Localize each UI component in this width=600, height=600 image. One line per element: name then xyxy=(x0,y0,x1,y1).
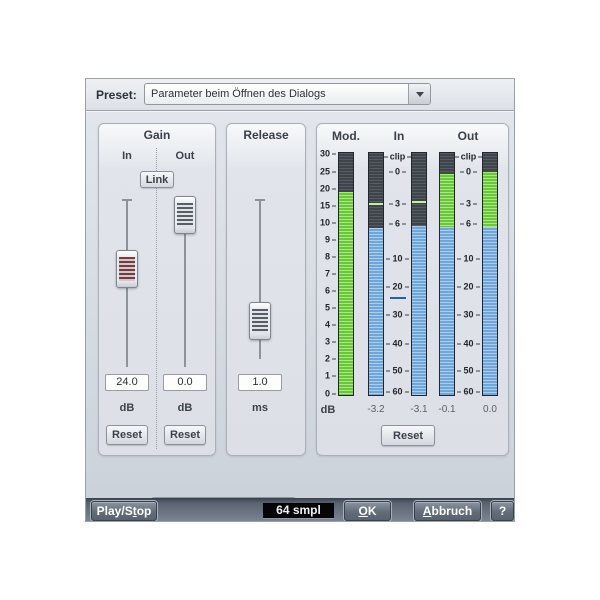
preset-label: Preset: xyxy=(96,88,137,102)
meter-col-in-label: In xyxy=(374,129,424,143)
meter-col-mod-label: Mod. xyxy=(321,129,371,143)
release-panel: Release 1.0 ms xyxy=(226,123,306,456)
gain-out-unit: dB xyxy=(165,402,205,414)
in-left-readout: -3.2 xyxy=(361,404,391,415)
chevron-down-icon xyxy=(416,92,424,101)
cancel-button[interactable]: Abbruch xyxy=(414,501,481,521)
gain-out-reset-button[interactable]: Reset xyxy=(164,425,206,445)
gain-panel: Gain In Out Link 24.0 0.0 dB dB Reset xyxy=(98,123,216,456)
buffer-size-display: 64 smpl xyxy=(263,503,334,518)
mod-scale: 30252015109876543210 xyxy=(317,152,336,396)
preset-value[interactable]: Parameter beim Öffnen des Dialogs xyxy=(145,84,408,104)
release-slider-handle[interactable] xyxy=(249,302,271,340)
gain-divider xyxy=(156,148,157,449)
gain-in-slider-handle[interactable] xyxy=(116,250,138,288)
ok-button[interactable]: OK xyxy=(344,501,391,521)
meter-unit-label: dB xyxy=(317,404,339,416)
meter-bar-mod xyxy=(338,152,354,396)
main-area: Gain In Out Link 24.0 0.0 dB dB Reset xyxy=(86,111,514,498)
meter-bar-in-right xyxy=(411,152,427,396)
release-unit: ms xyxy=(240,402,280,414)
gain-in-reset-button[interactable]: Reset xyxy=(106,425,148,445)
release-title: Release xyxy=(227,128,305,142)
gain-out-slider-handle[interactable] xyxy=(174,196,196,234)
out-db-scale: clip036102030405060 xyxy=(455,152,482,396)
gain-in-label: In xyxy=(107,150,147,162)
preset-row: Preset: Parameter beim Öffnen des Dialog… xyxy=(86,79,514,111)
gain-in-slider[interactable] xyxy=(115,200,139,367)
meter-col-out-label: Out xyxy=(443,129,493,143)
meter-bar-in-left xyxy=(368,152,384,396)
meter-bar-out-left xyxy=(439,152,455,396)
release-slider[interactable] xyxy=(248,200,272,359)
meters-panel: Mod. In Out 30252015109876543210 clip036… xyxy=(316,123,509,456)
gain-out-slider[interactable] xyxy=(173,200,197,367)
meter-bar-out-right xyxy=(482,152,498,396)
gain-in-value-field[interactable]: 24.0 xyxy=(105,374,149,391)
meters-reset-button[interactable]: Reset xyxy=(381,425,435,446)
help-button[interactable]: ? xyxy=(491,501,514,521)
in-db-scale: clip036102030405060 xyxy=(384,152,411,396)
gain-title: Gain xyxy=(99,128,215,142)
out-right-readout: 0.0 xyxy=(475,404,505,415)
gain-in-unit: dB xyxy=(107,402,147,414)
out-left-readout: -0.1 xyxy=(432,404,462,415)
link-button[interactable]: Link xyxy=(140,171,174,188)
gain-out-label: Out xyxy=(165,150,205,162)
in-right-readout: -3.1 xyxy=(404,404,434,415)
play-stop-button[interactable]: Play/Stop xyxy=(91,501,157,521)
footer-bar: Play/Stop 64 smpl OK Abbruch ? xyxy=(86,498,514,522)
preset-dropdown-button[interactable] xyxy=(408,84,430,104)
effect-dialog: Preset: Parameter beim Öffnen des Dialog… xyxy=(85,78,515,522)
gain-out-value-field[interactable]: 0.0 xyxy=(163,374,207,391)
preset-dropdown[interactable]: Parameter beim Öffnen des Dialogs xyxy=(144,83,431,105)
release-value-field[interactable]: 1.0 xyxy=(238,374,282,391)
